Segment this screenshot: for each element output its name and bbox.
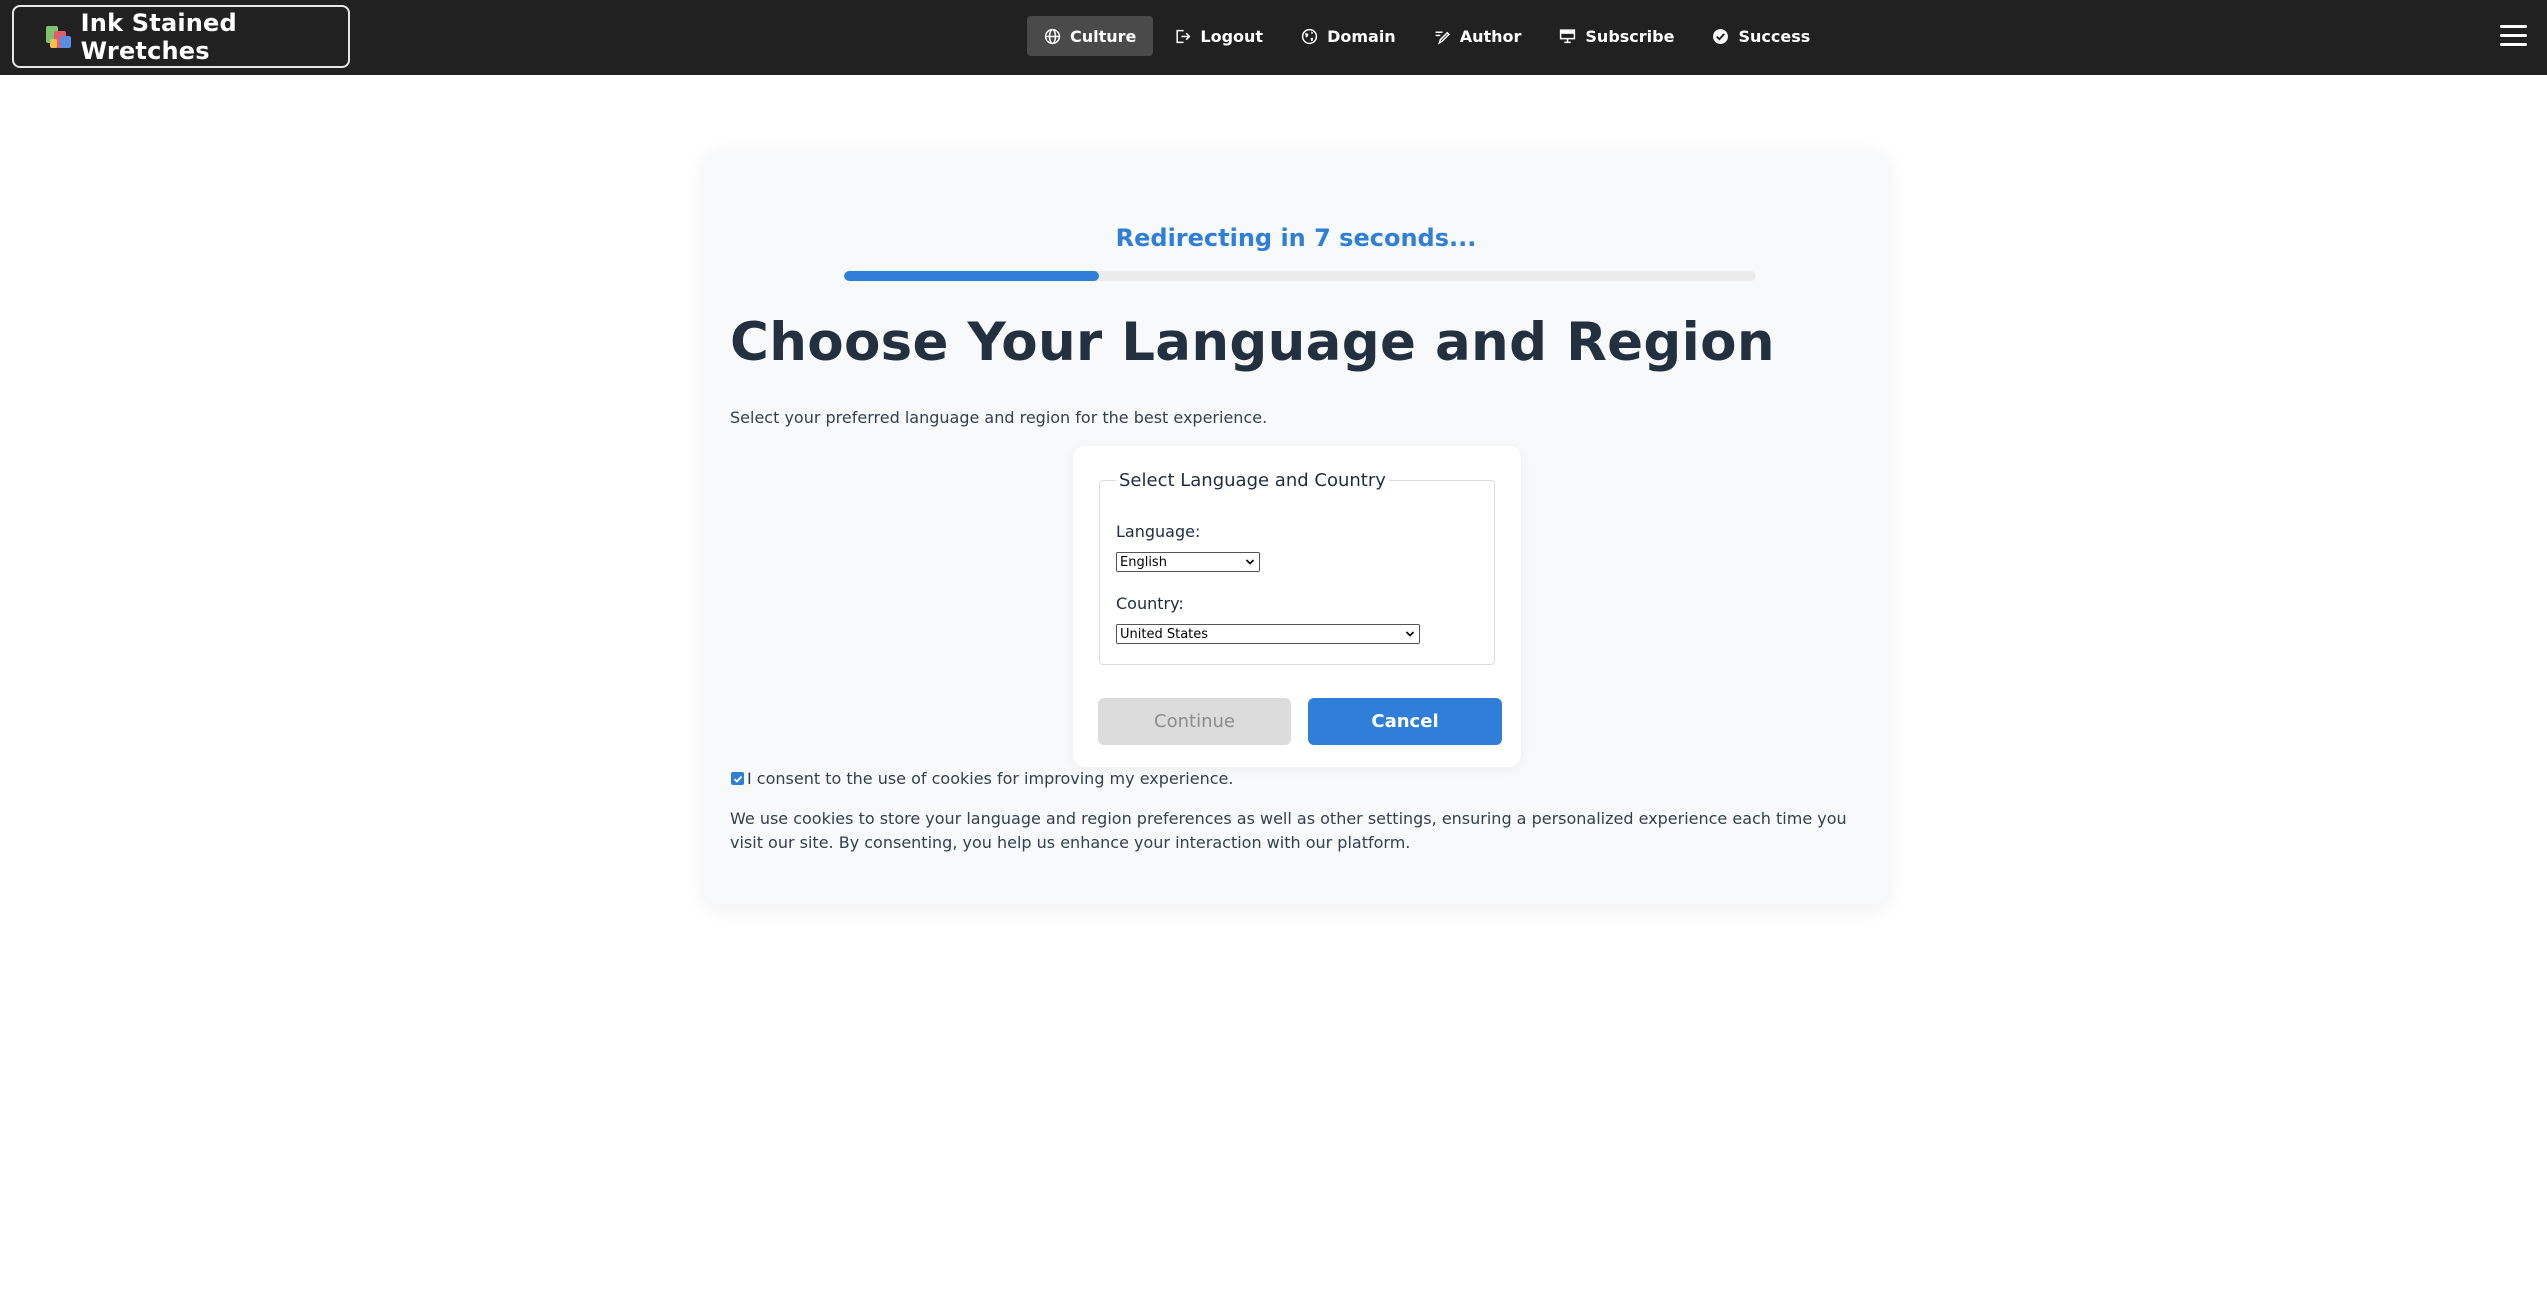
redirect-progress-bar [844,271,1756,281]
cookie-policy-text: We use cookies to store your language an… [730,809,1847,852]
nav-item-label: Domain [1327,26,1396,46]
chevron-down-icon [1405,631,1415,637]
nav-item-culture[interactable]: Culture [1027,16,1154,56]
monitor-icon [1560,28,1576,43]
nav-item-label: Logout [1200,26,1264,46]
nav-item-subscribe[interactable]: Subscribe [1542,16,1691,56]
logout-icon [1176,29,1191,43]
continue-button[interactable]: Continue [1098,698,1291,745]
check-circle-icon [1713,28,1729,44]
language-form: Select Language and Country Language: En… [1073,446,1521,767]
chevron-down-icon [1245,559,1255,565]
nav-item-label: Author [1459,26,1522,46]
pen-icon [1435,31,1450,45]
language-select-value: English [1120,554,1167,570]
brand-name: Ink Stained Wretches [80,8,237,65]
cookie-consent-label: I consent to the use of cookies for impr… [747,769,1234,788]
nav-item-label: Culture [1070,26,1137,46]
cookie-consent-row: I consent to the use of cookies for impr… [731,769,1233,788]
nav-item-author[interactable]: Author [1417,16,1539,56]
country-select-value: United States [1120,626,1209,642]
hamburger-menu-icon[interactable] [2500,25,2527,47]
page-title: Choose Your Language and Region [730,312,1775,373]
checkmark-icon [733,775,742,783]
nav-item-label: Subscribe [1585,26,1675,46]
nav-item-domain[interactable]: Domain [1284,16,1413,56]
main-nav: Culture Logout Domain Author Subscribe S… [1027,16,1831,56]
language-label: Language: [1116,522,1201,541]
globe-icon [1044,28,1061,44]
top-navbar: Ink Stained Wretches Culture Logout Doma… [0,0,2547,75]
cancel-button[interactable]: Cancel [1308,698,1502,745]
brand-home-link[interactable]: Ink Stained Wretches [12,5,350,68]
country-label: Country: [1116,594,1184,613]
language-select[interactable]: English [1116,552,1260,572]
cookie-consent-checkbox[interactable] [731,772,744,785]
nav-item-logout[interactable]: Logout [1157,16,1280,56]
nav-item-label: Success [1738,26,1811,46]
domain-globe-icon [1301,28,1318,44]
nav-item-success[interactable]: Success [1695,16,1827,56]
redirect-progress-fill [844,271,1100,281]
books-logo-icon [46,25,71,49]
page-subtitle: Select your preferred language and regio… [730,408,1268,427]
redirect-countdown: Redirecting in 7 seconds... [1115,224,1477,252]
country-select[interactable]: United States [1116,624,1420,644]
fieldset-legend: Select Language and Country [1119,470,1386,491]
culture-card: Redirecting in 7 seconds... Choose Your … [704,152,1888,904]
